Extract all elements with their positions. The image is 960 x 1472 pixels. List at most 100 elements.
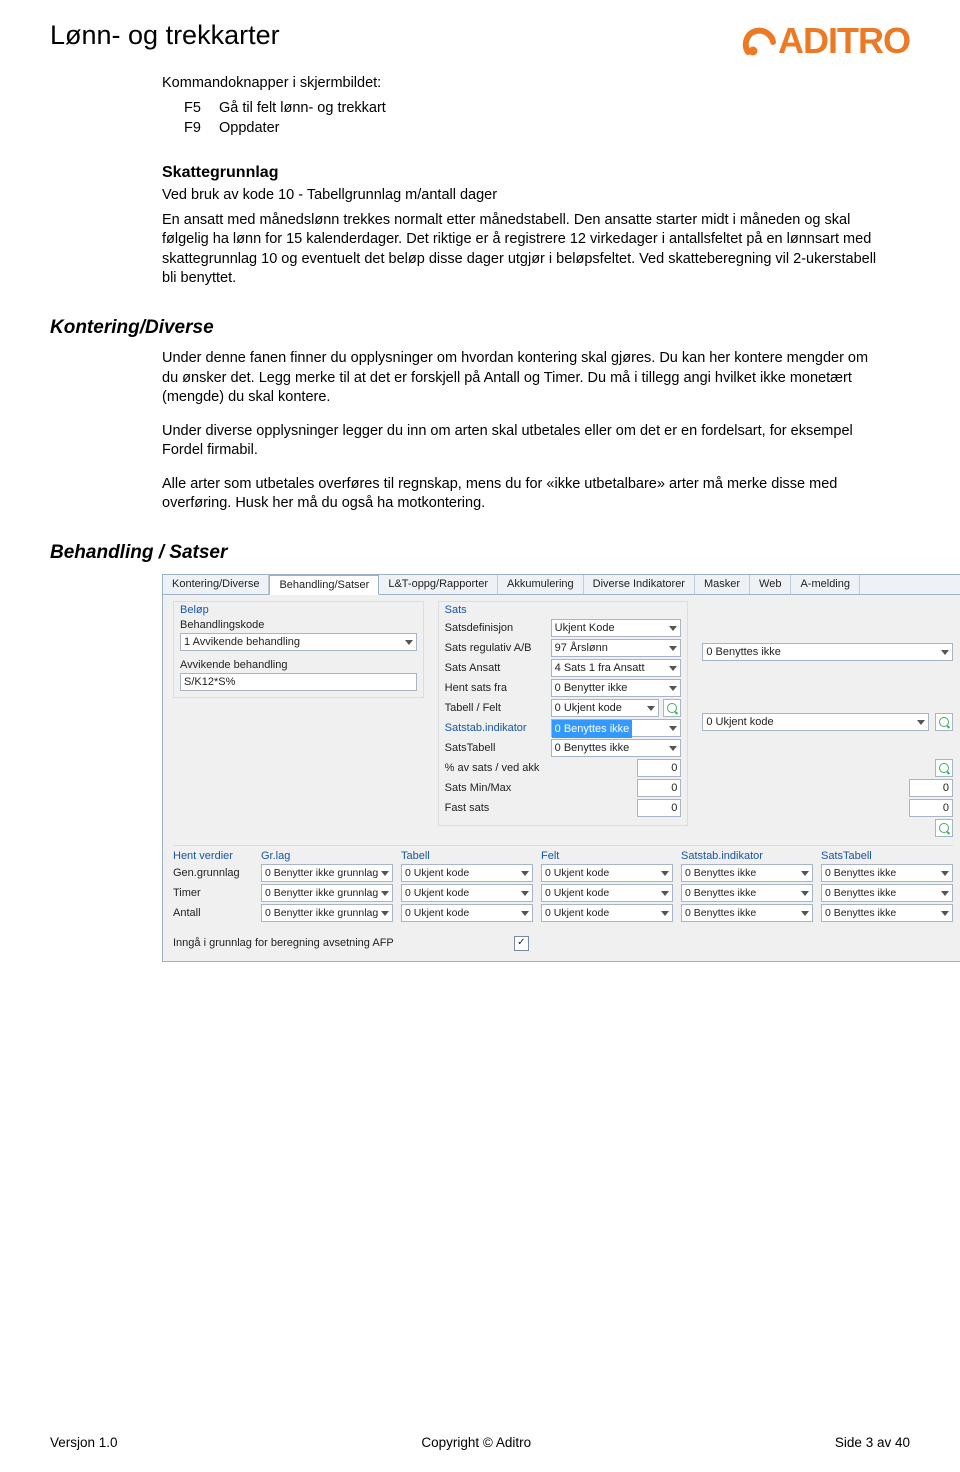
hent-cell-dropdown[interactable]: 0 Ukjent kode bbox=[541, 904, 673, 922]
hent-cell-dropdown[interactable]: 0 Benyttes ikke bbox=[821, 864, 953, 882]
tab-akkumulering[interactable]: Akkumulering bbox=[498, 575, 584, 594]
group-belop: Beløp Behandlingskode 1 Avvikende behand… bbox=[173, 601, 424, 698]
satsansatt-label: Sats Ansatt bbox=[445, 662, 545, 674]
tab-masker[interactable]: Masker bbox=[695, 575, 750, 594]
felt-dropdown[interactable]: 0 Ukjent kode bbox=[702, 713, 929, 731]
hent-cell-dropdown[interactable]: 0 Ukjent kode bbox=[401, 904, 533, 922]
hent-cell-dropdown[interactable]: 0 Benyttes ikke bbox=[821, 884, 953, 902]
fkey-row: F5 Gå til felt lønn- og trekkart bbox=[184, 98, 880, 118]
fkey-key: F9 bbox=[184, 118, 209, 138]
footer-copyright: Copyright © Aditro bbox=[421, 1435, 531, 1450]
hent-title: Hent verdier bbox=[173, 850, 253, 862]
avvik-label: Avvikende behandling bbox=[180, 659, 417, 671]
satstabind-label: Satstab.indikator bbox=[445, 722, 545, 734]
fkey-label: Gå til felt lønn- og trekkart bbox=[219, 98, 386, 118]
tab-kontering[interactable]: Kontering/Diverse bbox=[163, 575, 269, 594]
hent-col-felt: Felt bbox=[541, 850, 673, 862]
hent-row-label: Timer bbox=[173, 887, 253, 899]
tab-ltoppg[interactable]: L&T-oppg/Rapporter bbox=[379, 575, 498, 594]
logo-aditro: ADITRO bbox=[742, 20, 910, 62]
hent-cell-dropdown[interactable]: 0 Benyttes ikke bbox=[821, 904, 953, 922]
commands-heading: Kommandoknapper i skjermbildet: bbox=[162, 74, 880, 94]
footer-version: Versjon 1.0 bbox=[50, 1435, 118, 1450]
satsreg-label: Sats regulativ A/B bbox=[445, 642, 545, 654]
afp-row: Inngå i grunnlag for beregning avsetning… bbox=[173, 930, 953, 951]
skatt-para: En ansatt med månedslønn trekkes normalt… bbox=[162, 211, 880, 289]
hent-col-satstabell: SatsTabell bbox=[821, 850, 953, 862]
hent-cell-dropdown[interactable]: 0 Benytter ikke grunnlag bbox=[261, 884, 393, 902]
page-footer: Versjon 1.0 Copyright © Aditro Side 3 av… bbox=[50, 1435, 910, 1450]
hent-cell-dropdown[interactable]: 0 Benytter ikke grunnlag bbox=[261, 864, 393, 882]
tabellfelt-label: Tabell / Felt bbox=[445, 702, 545, 714]
felt-search-button[interactable] bbox=[935, 713, 953, 731]
tabell-dropdown[interactable]: 0 Ukjent kode bbox=[551, 699, 660, 717]
screenshot-panel: Kontering/Diverse Behandling/Satser L&T-… bbox=[162, 574, 960, 962]
hent-cell-dropdown[interactable]: 0 Benyttes ikke bbox=[681, 904, 813, 922]
pct-label: % av sats / ved akk bbox=[445, 762, 545, 774]
hent-cell-dropdown[interactable]: 0 Ukjent kode bbox=[401, 884, 533, 902]
hent-row-label: Gen.grunnlag bbox=[173, 867, 253, 879]
form-body: Beløp Behandlingskode 1 Avvikende behand… bbox=[163, 595, 960, 961]
tabell-search-button[interactable] bbox=[663, 699, 681, 717]
col3-benyttes-dropdown[interactable]: 0 Benyttes ikke bbox=[702, 643, 953, 661]
hent-col-satstab: Satstab.indikator bbox=[681, 850, 813, 862]
hent-cell-dropdown[interactable]: 0 Benyttes ikke bbox=[681, 864, 813, 882]
hent-verdier-section: Hent verdier Gr.lag Tabell Felt Satstab.… bbox=[173, 845, 953, 922]
fast-search-button[interactable] bbox=[935, 819, 953, 837]
satstabell-label: SatsTabell bbox=[445, 742, 545, 754]
satsdefinisjon-label: Satsdefinisjon bbox=[445, 622, 545, 634]
minmax-label: Sats Min/Max bbox=[445, 782, 545, 794]
fkey-label: Oppdater bbox=[219, 118, 279, 138]
kontering-para3: Alle arter som utbetales overføres til r… bbox=[162, 475, 880, 514]
hent-cell-dropdown[interactable]: 0 Ukjent kode bbox=[401, 864, 533, 882]
hent-cell-dropdown[interactable]: 0 Benyttes ikke bbox=[681, 884, 813, 902]
group-belop-title: Beløp bbox=[180, 604, 417, 616]
avvik-input[interactable]: S/K12*S% bbox=[180, 673, 417, 691]
kontering-para2: Under diverse opplysninger legger du inn… bbox=[162, 422, 880, 461]
fast-input[interactable]: 0 bbox=[637, 799, 681, 817]
min-input[interactable]: 0 bbox=[637, 779, 681, 797]
satsansatt-dropdown[interactable]: 4 Sats 1 fra Ansatt bbox=[551, 659, 682, 677]
hent-col-grlag: Gr.lag bbox=[261, 850, 393, 862]
satstabell-dropdown[interactable]: 0 Benyttes ikke bbox=[551, 739, 682, 757]
behandling-heading: Behandling / Satser bbox=[50, 542, 910, 564]
group-sats-title: Sats bbox=[445, 604, 682, 616]
group-sats: Sats Satsdefinisjon Ukjent Kode Sats reg… bbox=[438, 601, 689, 826]
hent-cell-dropdown[interactable]: 0 Ukjent kode bbox=[541, 884, 673, 902]
footer-page: Side 3 av 40 bbox=[835, 1435, 910, 1450]
hent-col-tabell: Tabell bbox=[401, 850, 533, 862]
max-input[interactable]: 0 bbox=[909, 799, 953, 817]
page-header: Lønn- og trekkarter ADITRO bbox=[50, 20, 910, 62]
logo-text: ADITRO bbox=[778, 20, 910, 62]
pct-input-1[interactable]: 0 bbox=[637, 759, 681, 777]
satstabind-dropdown[interactable]: 0 Benyttes ikke bbox=[551, 719, 682, 737]
page-root: Lønn- og trekkarter ADITRO Kommandoknapp… bbox=[0, 0, 960, 1472]
skatt-line1: Ved bruk av kode 10 - Tabellgrunnlag m/a… bbox=[162, 186, 880, 206]
hentsats-label: Hent sats fra bbox=[445, 682, 545, 694]
tab-behandling[interactable]: Behandling/Satser bbox=[269, 575, 379, 595]
tab-bar: Kontering/Diverse Behandling/Satser L&T-… bbox=[163, 575, 960, 595]
behandlingskode-label: Behandlingskode bbox=[180, 619, 417, 631]
satsdefinisjon-dropdown[interactable]: Ukjent Kode bbox=[551, 619, 682, 637]
pct-input-2[interactable]: 0 bbox=[909, 779, 953, 797]
behandlingskode-dropdown[interactable]: 1 Avvikende behandling bbox=[180, 633, 417, 651]
fkey-row: F9 Oppdater bbox=[184, 118, 880, 138]
skatt-heading: Skattegrunnlag bbox=[162, 164, 880, 182]
logo-mark-icon bbox=[742, 27, 776, 57]
hent-cell-dropdown[interactable]: 0 Benytter ikke grunnlag bbox=[261, 904, 393, 922]
afp-label: Inngå i grunnlag for beregning avsetning… bbox=[173, 937, 394, 949]
satstabell-search-button[interactable] bbox=[935, 759, 953, 777]
tab-web[interactable]: Web bbox=[750, 575, 791, 594]
hent-cell-dropdown[interactable]: 0 Ukjent kode bbox=[541, 864, 673, 882]
hentsats-dropdown[interactable]: 0 Benytter ikke grunnlag bbox=[551, 679, 682, 697]
fast-label: Fast sats bbox=[445, 802, 545, 814]
tab-diverse-indikatorer[interactable]: Diverse Indikatorer bbox=[584, 575, 695, 594]
page-title: Lønn- og trekkarter bbox=[50, 20, 280, 51]
hent-row-label: Antall bbox=[173, 907, 253, 919]
kontering-body: Under denne fanen finner du opplysninger… bbox=[162, 349, 880, 514]
satsreg-dropdown[interactable]: 97 Årslønn bbox=[551, 639, 682, 657]
commands-section: Kommandoknapper i skjermbildet: F5 Gå ti… bbox=[162, 74, 880, 289]
tab-amelding[interactable]: A-melding bbox=[791, 575, 860, 594]
kontering-heading: Kontering/Diverse bbox=[50, 317, 910, 339]
afp-checkbox[interactable]: ✓ bbox=[514, 936, 529, 951]
